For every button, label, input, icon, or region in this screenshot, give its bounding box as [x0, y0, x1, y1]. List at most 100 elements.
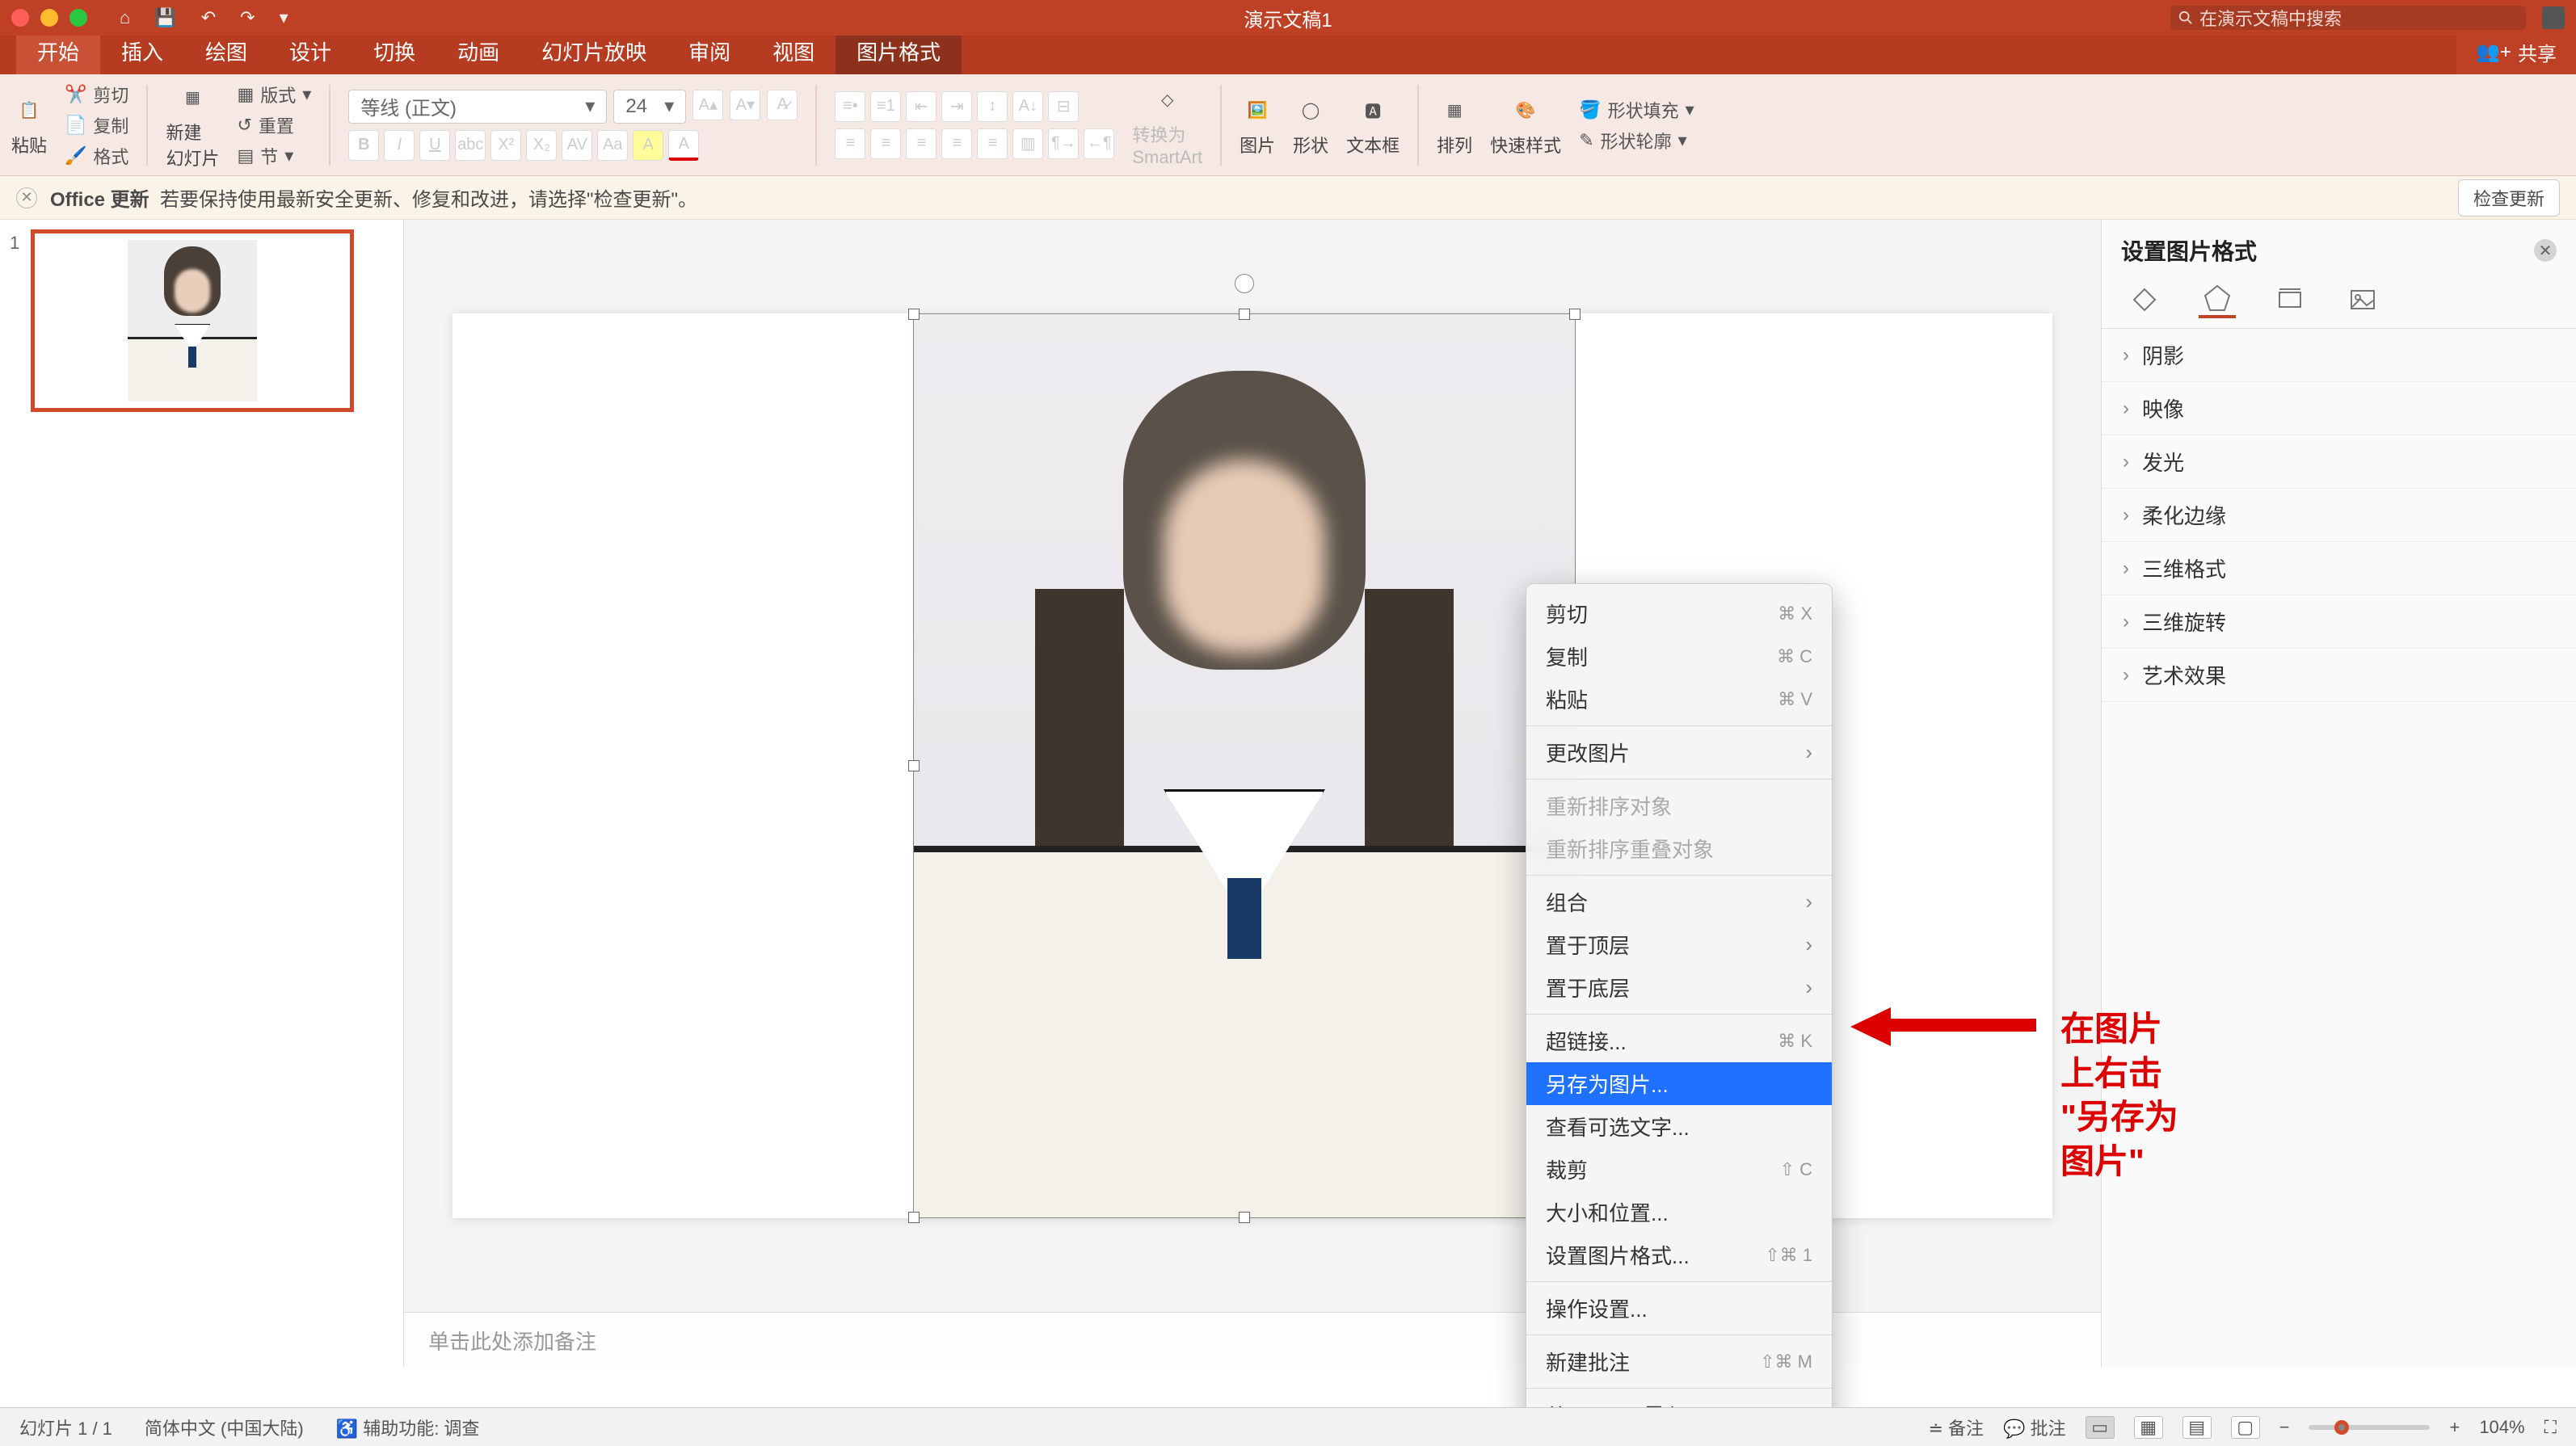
- notes-pane[interactable]: 单击此处添加备注: [404, 1312, 2101, 1367]
- panel-item-glow[interactable]: 发光: [2102, 435, 2576, 489]
- distribute-button[interactable]: ≡: [977, 128, 1008, 159]
- underline-button[interactable]: U: [419, 130, 450, 161]
- resize-handle-mb[interactable]: [1239, 1212, 1250, 1223]
- format-painter-button[interactable]: 🖌️ 格式: [65, 143, 128, 169]
- section-button[interactable]: ▤ 节 ▾: [237, 143, 311, 169]
- selected-picture[interactable]: [913, 313, 1576, 1218]
- strike-button[interactable]: abc: [455, 130, 486, 161]
- ctx-size-position[interactable]: 大小和位置...: [1526, 1191, 1832, 1234]
- copy-button[interactable]: 📄 复制: [65, 112, 128, 138]
- panel-tab-size[interactable]: [2271, 281, 2309, 318]
- rtl-button[interactable]: ←¶: [1084, 128, 1114, 159]
- dismiss-update-button[interactable]: ✕: [16, 187, 37, 208]
- shape-outline-button[interactable]: ✎ 形状轮廓 ▾: [1579, 128, 1694, 153]
- align-right-button[interactable]: ≡: [906, 128, 937, 159]
- panel-tab-effects[interactable]: [2199, 281, 2236, 318]
- new-slide-button[interactable]: ▦ 新建 幻灯片: [166, 80, 219, 170]
- clear-format-icon[interactable]: A̷: [767, 90, 798, 120]
- reset-button[interactable]: ↺ 重置: [237, 112, 311, 138]
- zoom-slider[interactable]: [2309, 1425, 2430, 1430]
- panel-item-soft-edges[interactable]: 柔化边缘: [2102, 489, 2576, 542]
- layout-button[interactable]: ▦ 版式 ▾: [237, 82, 311, 107]
- columns-button[interactable]: ▥: [1012, 128, 1043, 159]
- resize-handle-ml[interactable]: [908, 760, 920, 771]
- panel-tab-fill[interactable]: [2126, 281, 2163, 318]
- search-input[interactable]: 在演示文稿中搜索: [2170, 6, 2526, 30]
- bold-button[interactable]: B: [348, 130, 379, 161]
- increase-font-icon[interactable]: A▴: [692, 90, 723, 120]
- panel-item-artistic[interactable]: 艺术效果: [2102, 649, 2576, 702]
- line-spacing-button[interactable]: ↕: [977, 91, 1008, 122]
- close-window[interactable]: [11, 9, 29, 27]
- panel-tab-picture[interactable]: [2344, 281, 2381, 318]
- check-update-button[interactable]: 检查更新: [2458, 179, 2560, 216]
- textbox-button[interactable]: 🅰文本框: [1346, 93, 1400, 158]
- cut-button[interactable]: ✂️ 剪切: [65, 82, 128, 107]
- smartart-button[interactable]: ◇ 转换为 SmartArt: [1132, 82, 1202, 168]
- redo-icon[interactable]: ↷: [240, 7, 255, 28]
- ctx-cut[interactable]: 剪切⌘ X: [1526, 592, 1832, 635]
- ctx-save-as-picture[interactable]: 另存为图片...: [1526, 1062, 1832, 1105]
- view-sorter-button[interactable]: ▦: [2134, 1416, 2163, 1439]
- ctx-alt-text[interactable]: 查看可选文字...: [1526, 1105, 1832, 1148]
- rotate-handle[interactable]: [1235, 274, 1254, 293]
- align-left-button[interactable]: ≡: [835, 128, 865, 159]
- resize-handle-tl[interactable]: [908, 309, 920, 320]
- indent-button[interactable]: ⇥: [941, 91, 972, 122]
- decrease-font-icon[interactable]: A▾: [730, 90, 760, 120]
- minimize-window[interactable]: [40, 9, 58, 27]
- ctx-action-settings[interactable]: 操作设置...: [1526, 1287, 1832, 1330]
- char-spacing-button[interactable]: AV: [562, 130, 592, 161]
- status-comments-button[interactable]: 💬 批注: [2003, 1414, 2066, 1440]
- view-slideshow-button[interactable]: ▢: [2231, 1416, 2260, 1439]
- zoom-out-button[interactable]: −: [2279, 1417, 2290, 1438]
- save-icon[interactable]: 💾: [154, 7, 176, 28]
- ctx-send-back[interactable]: 置于底层: [1526, 966, 1832, 1009]
- ctx-format-picture[interactable]: 设置图片格式...⇧⌘ 1: [1526, 1234, 1832, 1276]
- align-center-button[interactable]: ≡: [870, 128, 901, 159]
- home-icon[interactable]: ⌂: [120, 7, 130, 28]
- font-color-button[interactable]: A: [668, 130, 699, 161]
- panel-item-3d-rotation[interactable]: 三维旋转: [2102, 595, 2576, 649]
- ctx-copy[interactable]: 复制⌘ C: [1526, 635, 1832, 678]
- qat-more[interactable]: ▾: [280, 7, 288, 28]
- shape-fill-button[interactable]: 🪣 形状填充 ▾: [1579, 97, 1694, 123]
- view-normal-button[interactable]: ▭: [2086, 1416, 2115, 1439]
- view-reading-button[interactable]: ▤: [2182, 1416, 2212, 1439]
- ctx-hyperlink[interactable]: 超链接...⌘ K: [1526, 1019, 1832, 1062]
- undo-icon[interactable]: ↶: [201, 7, 216, 28]
- font-name-combo[interactable]: 等线 (正文)▾: [348, 90, 607, 124]
- justify-button[interactable]: ≡: [941, 128, 972, 159]
- paste-group[interactable]: 📋 粘贴: [11, 93, 47, 158]
- text-direction-button[interactable]: A↓: [1012, 91, 1043, 122]
- resize-handle-tr[interactable]: [1569, 309, 1581, 320]
- shape-button[interactable]: ◯形状: [1293, 93, 1328, 158]
- panel-item-reflection[interactable]: 映像: [2102, 382, 2576, 435]
- font-size-combo[interactable]: 24▾: [613, 90, 686, 124]
- ctx-group[interactable]: 组合: [1526, 881, 1832, 923]
- subscript-button[interactable]: X₂: [526, 130, 557, 161]
- user-avatar[interactable]: [2542, 6, 2565, 29]
- ctx-change-picture[interactable]: 更改图片: [1526, 731, 1832, 774]
- status-accessibility[interactable]: ♿ 辅助功能: 调查: [336, 1414, 480, 1440]
- panel-item-3d-format[interactable]: 三维格式: [2102, 542, 2576, 595]
- resize-handle-mt[interactable]: [1239, 309, 1250, 320]
- status-notes-button[interactable]: ≐ 备注: [1929, 1414, 1985, 1440]
- italic-button[interactable]: I: [384, 130, 415, 161]
- zoom-percent[interactable]: 104%: [2479, 1417, 2524, 1438]
- resize-handle-bl[interactable]: [908, 1212, 920, 1223]
- panel-close-button[interactable]: ✕: [2534, 239, 2557, 262]
- picture-button[interactable]: 🖼️图片: [1240, 93, 1275, 158]
- ctx-crop[interactable]: 裁剪⇧ C: [1526, 1148, 1832, 1191]
- superscript-button[interactable]: X²: [490, 130, 521, 161]
- arrange-button[interactable]: ▦排列: [1437, 93, 1472, 158]
- slide-thumbnail-1[interactable]: [31, 229, 354, 412]
- ltr-button[interactable]: ¶→: [1048, 128, 1079, 159]
- share-button[interactable]: 👥+ 共享: [2456, 30, 2576, 74]
- align-text-button[interactable]: ⊟: [1048, 91, 1079, 122]
- ctx-paste[interactable]: 粘贴⌘ V: [1526, 678, 1832, 721]
- highlight-button[interactable]: A: [633, 130, 663, 161]
- status-language[interactable]: 简体中文 (中国大陆): [145, 1414, 304, 1440]
- outdent-button[interactable]: ⇤: [906, 91, 937, 122]
- bullets-button[interactable]: ≡•: [835, 91, 865, 122]
